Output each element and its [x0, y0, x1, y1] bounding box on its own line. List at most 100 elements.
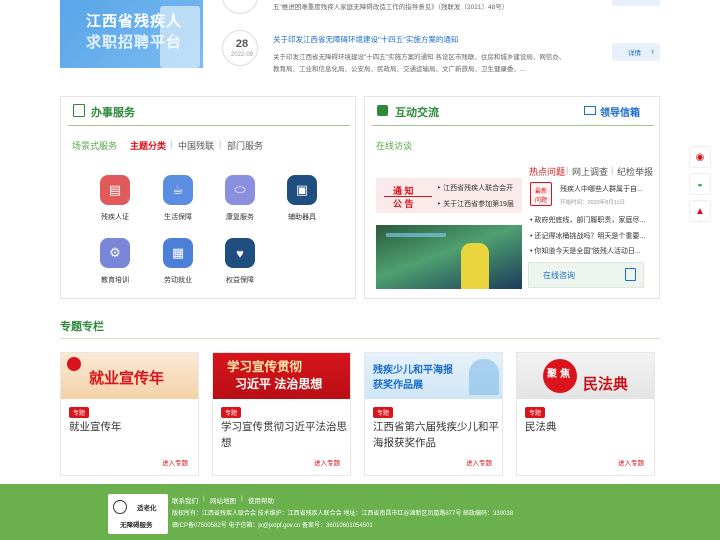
service-living[interactable]: ☕ 生活保障 [148, 175, 208, 222]
detail-button[interactable] [612, 0, 660, 6]
topic-image: 聚焦 民法典 [517, 353, 654, 399]
children-illustration [469, 359, 499, 395]
leader-mailbox-link[interactable]: 领导信箱 [600, 104, 640, 119]
divider [60, 338, 660, 339]
detail-label: 详情 [628, 50, 641, 57]
footer-link-contact[interactable]: 联系我们 [172, 495, 198, 505]
service-id-card[interactable]: ▤ 残疾人证 [85, 175, 145, 222]
online-consult-button[interactable]: 在线咨询 [528, 262, 644, 288]
tab-topic-category[interactable]: 主题分类 [130, 139, 166, 152]
hot-item[interactable]: • 政府兜底线，部门履职责，家庭尽... [530, 215, 656, 225]
topic-image-text: 民法典 [583, 376, 629, 393]
tab-separator: | [219, 139, 222, 149]
topic-image: 就业宣传年 [61, 353, 198, 399]
service-label: 劳动就业 [164, 277, 192, 284]
latest-question-link[interactable]: 残疾人中哪些人群属于自... [560, 184, 654, 194]
topic-card-peace-poster[interactable]: 残疾少儿和平海报 获奖作品展 专题 江西省第六届残疾少儿和平海报获奖作品 进入专… [364, 352, 503, 476]
divider [372, 125, 654, 126]
light-strip [386, 233, 446, 237]
enter-topic-link[interactable]: 进入专题 [466, 457, 492, 467]
topic-badge: 专题 [525, 407, 546, 418]
interview-photo[interactable] [376, 225, 522, 289]
footer-link-help[interactable]: 使用帮助 [248, 495, 274, 505]
topic-image-text: 残疾少儿和平海报 [373, 365, 453, 376]
pill-icon: ⬭ [225, 175, 255, 205]
accessibility-service-logo[interactable]: 适老化 无障碍服务 [108, 494, 168, 534]
topics-title: 专题专栏 [60, 321, 104, 333]
tab-separator: | [566, 165, 569, 175]
notice-item[interactable]: ‣ 江西省残疾人联合会开 [437, 183, 522, 193]
banner-line1: 江西省残疾人 [86, 13, 183, 30]
enter-topic-link[interactable]: 进入专题 [618, 457, 644, 467]
topic-image: 残疾少儿和平海报 获奖作品展 [365, 353, 502, 399]
footer-copyright: 版权所有：江西省残疾人联合会 技术维护：江西省残疾人联合会 地址：江西省南昌市红… [172, 511, 514, 517]
wheelchair-icon [113, 500, 127, 514]
topic-image: 学习宣传贯彻 习近平 法治思想 [213, 353, 350, 399]
logo-text: 无障碍服务 [120, 522, 153, 529]
online-interview-link[interactable]: 在线访谈 [376, 139, 412, 152]
affairs-title: 办事服务 [91, 107, 135, 119]
service-education[interactable]: ⚙ 教育培训 [85, 238, 145, 285]
topic-title: 江西省第六届残疾少儿和平海报获奖作品 [373, 421, 499, 449]
briefcase-icon: ▦ [163, 238, 193, 268]
detail-button[interactable]: 详情 › [612, 43, 660, 61]
enter-topic-link[interactable]: 进入专题 [314, 457, 340, 467]
service-label: 残疾人证 [101, 214, 129, 221]
id-card-icon: ▤ [100, 175, 130, 205]
service-rehab[interactable]: ⬭ 康复服务 [210, 175, 270, 222]
banner-line2: 求职招聘平台 [86, 34, 183, 51]
topic-title: 就业宣传年 [69, 421, 122, 433]
tab-scene-service[interactable]: 场景式服务 [72, 139, 117, 152]
gear-icon: ⚙ [100, 238, 130, 268]
hot-item[interactable]: • 你知道今天是全国"肢残人活动日... [530, 246, 656, 256]
news-desc: 教育局、工业和信息化局、公安局、民政局、交通运输局、文广新旅局、卫生健康委、..… [273, 66, 526, 73]
weibo-icon[interactable]: ◉ [689, 146, 711, 168]
topic-image-text: 聚焦 [547, 369, 573, 380]
footer-separator: | [203, 495, 205, 502]
hot-item[interactable]: • 还记得冰桶挑战吗？明天是个重要... [530, 231, 656, 241]
interaction-title: 互动交流 [395, 107, 439, 119]
edit-icon [625, 268, 636, 281]
news-desc: 关于印发江西省无障碍环境建设"十四五"实施方案的通知 各设区市残联、住房和城乡建… [273, 54, 566, 61]
tab-report[interactable]: 纪检举报 [617, 165, 653, 178]
footer-separator: | [241, 495, 243, 502]
topic-image-text: 就业宣传年 [89, 370, 165, 387]
wechat-icon[interactable]: ◒ [689, 173, 711, 195]
topic-image-text: 习近平 法治思想 [235, 377, 323, 391]
news-title-link[interactable]: 关于印发江西省无障碍环境建设"十四五"实施方案的通知 [273, 34, 458, 45]
tab-department[interactable]: 部门服务 [227, 139, 263, 152]
job-platform-banner[interactable]: 江西省残疾人 求职招聘平台 [60, 0, 203, 68]
topic-card-law-thought[interactable]: 学习宣传贯彻 习近平 法治思想 专题 学习宣传贯彻习近平法治思想 进入专题 [212, 352, 351, 476]
consult-label: 在线咨询 [543, 271, 575, 280]
divider [384, 196, 432, 197]
notice-item[interactable]: ‣ 关于江西省参加第19届 [437, 199, 522, 209]
enter-topic-link[interactable]: 进入专题 [162, 457, 188, 467]
topic-image-text: 学习宣传贯彻 [227, 360, 303, 374]
topic-card-civil-code[interactable]: 聚焦 民法典 专题 民法典 进入专题 [516, 352, 655, 476]
service-employment[interactable]: ▦ 劳动就业 [148, 238, 208, 285]
chevron-right-icon: › [651, 46, 654, 56]
mail-icon [584, 106, 596, 115]
topic-card-employment[interactable]: 就业宣传年 专题 就业宣传年 进入专题 [60, 352, 199, 476]
footer-link-sitemap[interactable]: 网站地图 [210, 495, 236, 505]
news-date-circle [222, 0, 258, 14]
chat-icon [377, 105, 388, 116]
tab-cdpf[interactable]: 中国残联 [178, 139, 214, 152]
service-rights[interactable]: ♥ 权益保障 [210, 238, 270, 285]
service-assistive[interactable]: ▣ 辅助器具 [272, 175, 332, 222]
service-label: 权益保障 [226, 277, 254, 284]
service-label: 生活保障 [164, 214, 192, 221]
topic-badge: 专题 [373, 407, 394, 418]
news-day: 28 [235, 38, 249, 50]
tab-survey[interactable]: 网上调查 [572, 165, 608, 178]
latest-date: 开始时间：2020年8月11日 [560, 200, 626, 206]
notice-label: 公 告 [393, 199, 414, 209]
logo-text: 适老化 [137, 505, 157, 512]
tab-separator: | [611, 165, 614, 175]
topic-image-text: 获奖作品展 [373, 380, 423, 391]
tab-hot-questions[interactable]: 热点问题 [529, 165, 565, 178]
topic-title: 学习宣传贯彻习近平法治思想 [221, 421, 347, 449]
toutiao-icon[interactable]: ▲ [689, 200, 711, 222]
news-desc: 五"推进困难重度残疾人家庭无障碍改造工作的指导意见》（残联发〔2021〕48号） [273, 4, 509, 11]
latest-badge: 最新 问题 [530, 182, 552, 206]
